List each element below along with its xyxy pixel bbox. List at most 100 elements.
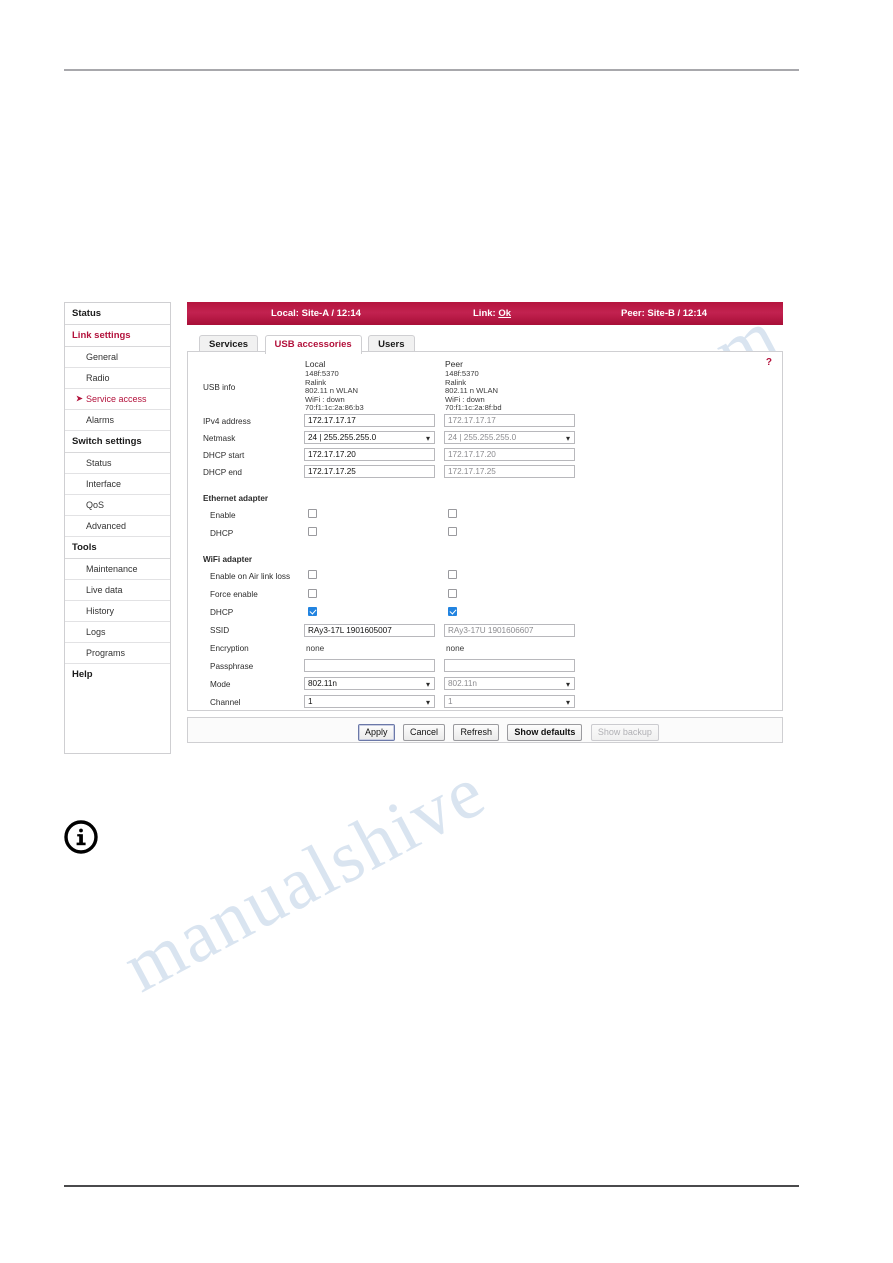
sidebar-group-help[interactable]: Help — [65, 664, 170, 685]
status-local: Local: Site-A / 12:14 — [271, 308, 361, 319]
sidebar-item-logs[interactable]: Logs — [65, 622, 170, 643]
sidebar-item-radio[interactable]: Radio — [65, 368, 170, 389]
ethernet-dhcp-peer-checkbox[interactable] — [448, 527, 457, 536]
wifi-dhcp-peer-checkbox[interactable] — [448, 607, 457, 616]
sidebar-item-switch-status[interactable]: Status — [65, 453, 170, 474]
passphrase-local-input[interactable] — [304, 659, 435, 672]
sidebar-item-alarms[interactable]: Alarms — [65, 410, 170, 431]
chevron-down-icon: ▾ — [425, 680, 430, 689]
status-link[interactable]: Link: Ok — [473, 308, 511, 319]
chevron-down-icon: ▾ — [565, 680, 570, 689]
sidebar-item-live-data[interactable]: Live data — [65, 580, 170, 601]
sidebar-item-label: General — [86, 352, 119, 362]
label-usb-info: USB info — [203, 383, 236, 392]
cancel-button[interactable]: Cancel — [402, 724, 445, 741]
chevron-down-icon: ▾ — [565, 698, 570, 707]
force-enable-local-checkbox[interactable] — [308, 589, 317, 598]
enable-on-air-link-loss-peer-checkbox[interactable] — [448, 570, 457, 579]
status-link-prefix: Link: — [473, 308, 499, 319]
encryption-local-value: none — [306, 644, 325, 653]
wifi-dhcp-local-checkbox[interactable] — [308, 607, 317, 616]
page-footer-rule — [64, 1185, 799, 1187]
device-web-ui: Status Link settings General Radio ➤ Serv… — [64, 302, 784, 758]
mode-peer-select[interactable]: 802.11n ▾ — [444, 677, 575, 690]
tab-usb-accessories[interactable]: USB accessories — [264, 335, 362, 354]
ethernet-dhcp-local-checkbox[interactable] — [308, 527, 317, 536]
usb-info-local: 148f:5370 Ralink 802.11 n WLAN WiFi : do… — [305, 369, 364, 413]
encryption-peer-value: none — [446, 644, 465, 653]
sidebar-item-history[interactable]: History — [65, 601, 170, 622]
label-enable-on-air-link-loss: Enable on Air link loss — [210, 572, 291, 581]
sidebar-group-link-settings[interactable]: Link settings — [65, 325, 170, 347]
netmask-local-value: 24 | 255.255.255.0 — [308, 433, 377, 442]
sidebar-item-maintenance[interactable]: Maintenance — [65, 559, 170, 580]
action-buttons: Apply Cancel Refresh Show defaults Show … — [358, 722, 663, 741]
action-bar: Apply Cancel Refresh Show defaults Show … — [187, 717, 783, 743]
info-note-icon — [64, 820, 98, 854]
sidebar-item-label: Status — [86, 458, 112, 468]
sidebar-item-label: Interface — [86, 479, 122, 489]
ssid-local-input[interactable]: RAy3-17L 1901605007 — [304, 624, 435, 637]
sidebar-item-qos[interactable]: QoS — [65, 495, 170, 516]
label-dhcp-start: DHCP start — [203, 451, 245, 460]
sidebar-item-label: Programs — [86, 648, 126, 658]
label-channel: Channel — [210, 698, 241, 707]
channel-local-value: 1 — [308, 697, 313, 706]
dhcp-end-peer-input[interactable]: 172.17.17.25 — [444, 465, 575, 478]
sidebar-group-tools[interactable]: Tools — [65, 537, 170, 559]
dhcp-end-local-input[interactable]: 172.17.17.25 — [304, 465, 435, 478]
force-enable-peer-checkbox[interactable] — [448, 589, 457, 598]
ipv4-address-local-input[interactable]: 172.17.17.17 — [304, 414, 435, 427]
sidebar: Status Link settings General Radio ➤ Serv… — [64, 302, 171, 754]
mode-local-value: 802.11n — [308, 679, 337, 688]
channel-local-select[interactable]: 1 ▾ — [304, 695, 435, 708]
ethernet-enable-peer-checkbox[interactable] — [448, 509, 457, 518]
chevron-down-icon: ▾ — [425, 698, 430, 707]
label-ipv4-address: IPv4 address — [203, 417, 251, 426]
netmask-local-select[interactable]: 24 | 255.255.255.0 ▾ — [304, 431, 435, 444]
sidebar-item-service-access[interactable]: ➤ Service access — [65, 389, 170, 410]
apply-button[interactable]: Apply — [358, 724, 395, 741]
label-ethernet-enable: Enable — [210, 511, 236, 520]
sidebar-item-label: Radio — [86, 373, 110, 383]
channel-peer-value: 1 — [448, 697, 453, 706]
mode-local-select[interactable]: 802.11n ▾ — [304, 677, 435, 690]
ethernet-enable-local-checkbox[interactable] — [308, 509, 317, 518]
sidebar-item-programs[interactable]: Programs — [65, 643, 170, 664]
show-backup-button: Show backup — [590, 724, 659, 741]
label-wifi-dhcp: DHCP — [210, 608, 234, 617]
netmask-peer-select[interactable]: 24 | 255.255.255.0 ▾ — [444, 431, 575, 444]
label-mode: Mode — [210, 680, 231, 689]
sidebar-group-status[interactable]: Status — [65, 303, 170, 325]
show-defaults-button[interactable]: Show defaults — [507, 724, 583, 741]
chevron-down-icon: ▾ — [425, 434, 430, 443]
refresh-button[interactable]: Refresh — [453, 724, 499, 741]
netmask-peer-value: 24 | 255.255.255.0 — [448, 433, 517, 442]
sidebar-item-label: Live data — [86, 585, 123, 595]
sidebar-item-interface[interactable]: Interface — [65, 474, 170, 495]
mode-peer-value: 802.11n — [448, 679, 477, 688]
dhcp-start-local-input[interactable]: 172.17.17.20 — [304, 448, 435, 461]
main-area: Local: Site-A / 12:14 Link: Ok Peer: Sit… — [187, 302, 783, 758]
enable-on-air-link-loss-local-checkbox[interactable] — [308, 570, 317, 579]
channel-peer-select[interactable]: 1 ▾ — [444, 695, 575, 708]
ssid-peer-input[interactable]: RAy3-17U 1901606607 — [444, 624, 575, 637]
ipv4-address-peer-input[interactable]: 172.17.17.17 — [444, 414, 575, 427]
link-status-bar: Local: Site-A / 12:14 Link: Ok Peer: Sit… — [187, 302, 783, 325]
chevron-down-icon: ▾ — [565, 434, 570, 443]
sidebar-item-label: Logs — [86, 627, 106, 637]
passphrase-peer-input[interactable] — [444, 659, 575, 672]
dhcp-start-peer-input[interactable]: 172.17.17.20 — [444, 448, 575, 461]
usb-accessories-panel: ? Local Peer USB info 148f:5370 Ralink 8… — [187, 351, 783, 711]
sidebar-item-advanced[interactable]: Advanced — [65, 516, 170, 537]
status-link-value[interactable]: Ok — [498, 308, 511, 319]
label-force-enable: Force enable — [210, 590, 258, 599]
sidebar-item-label: Maintenance — [86, 564, 138, 574]
page-header-rule — [64, 69, 799, 71]
sidebar-item-general[interactable]: General — [65, 347, 170, 368]
sidebar-item-label: History — [86, 606, 115, 616]
sidebar-group-switch-settings[interactable]: Switch settings — [65, 431, 170, 453]
sidebar-item-label: Service access — [86, 394, 147, 404]
usb-accessories-form: Local Peer USB info 148f:5370 Ralink 802… — [188, 352, 782, 710]
usb-info-peer: 148f:5370 Ralink 802.11 n WLAN WiFi : do… — [445, 369, 502, 413]
